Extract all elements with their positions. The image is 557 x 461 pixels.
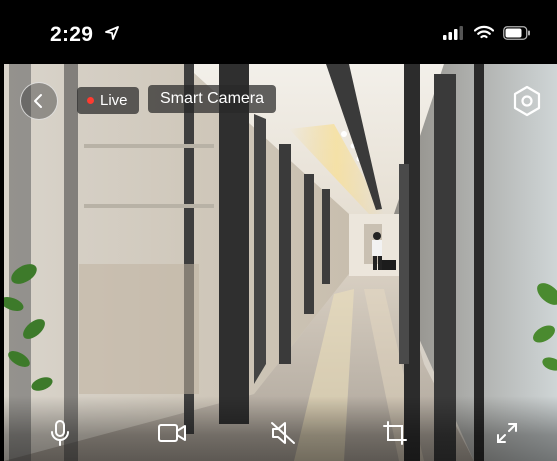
speaker-muted-icon <box>271 422 295 444</box>
live-label: Live <box>100 92 128 109</box>
status-bar: 2:29 <box>0 0 557 64</box>
hexagon-settings-icon <box>513 85 541 117</box>
camera-name: Smart Camera <box>160 90 265 107</box>
video-record-icon <box>158 424 186 442</box>
camera-name-label: Smart Camera <box>148 85 277 113</box>
live-dot-icon <box>87 97 94 104</box>
status-icons <box>443 25 531 45</box>
fullscreen-button[interactable] <box>492 418 522 448</box>
expand-icon <box>497 423 517 443</box>
back-button[interactable] <box>20 82 58 120</box>
wifi-icon <box>473 25 495 45</box>
microphone-icon <box>51 420 69 446</box>
cellular-signal-icon <box>443 25 465 45</box>
time-text: 2:29 <box>50 23 94 46</box>
crop-icon <box>383 421 407 445</box>
chevron-left-icon <box>34 94 42 108</box>
screenshot-button[interactable] <box>380 418 410 448</box>
status-time: 2:29 <box>50 22 120 47</box>
live-badge: Live <box>77 87 139 114</box>
record-video-button[interactable] <box>157 418 187 448</box>
settings-button[interactable] <box>510 84 544 118</box>
battery-icon <box>503 25 531 45</box>
microphone-button[interactable] <box>45 418 75 448</box>
mute-button[interactable] <box>268 418 298 448</box>
location-arrow-icon <box>105 22 120 46</box>
